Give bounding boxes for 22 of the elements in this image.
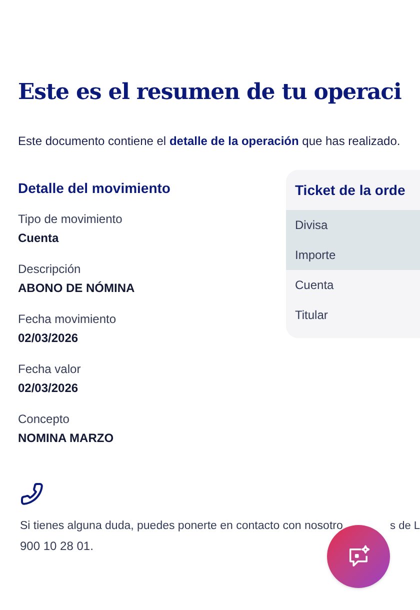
section-heading: Detalle del movimiento [18,179,172,198]
field-label: Fecha movimiento [18,312,118,327]
ticket-row-text: Titular [294,307,329,324]
field-label: Fecha valor [18,362,82,377]
ticket-row-text: Cuenta [294,277,335,294]
page-title: Este es el resumen de tu operaci [18,78,402,106]
ticket-row: Divisa [286,210,420,240]
phone-number: 900 10 28 01. [20,538,94,556]
field-value: NOMINA MARZO [18,431,115,446]
field-value: 02/03/2026 [18,331,80,346]
field-label: Descripción [18,262,82,277]
ticket-row: Importe [286,240,420,270]
field-value: ABONO DE NÓMINA [18,281,136,296]
field-label: Concepto [18,412,70,427]
contact-text-fragment: s de L [390,519,420,534]
phone-icon [20,482,44,506]
field-value: 02/03/2026 [18,381,80,396]
field-label: Tipo de movimiento [18,212,124,227]
intro-text: Este documento contiene el detalle de la operación que has realizado. [18,133,400,150]
field-value: Cuenta [18,231,60,246]
ticket-heading: Ticket de la orde [294,181,406,200]
contact-text: Si tienes alguna duda, puedes ponerte en contacto con nosotro [20,519,343,534]
